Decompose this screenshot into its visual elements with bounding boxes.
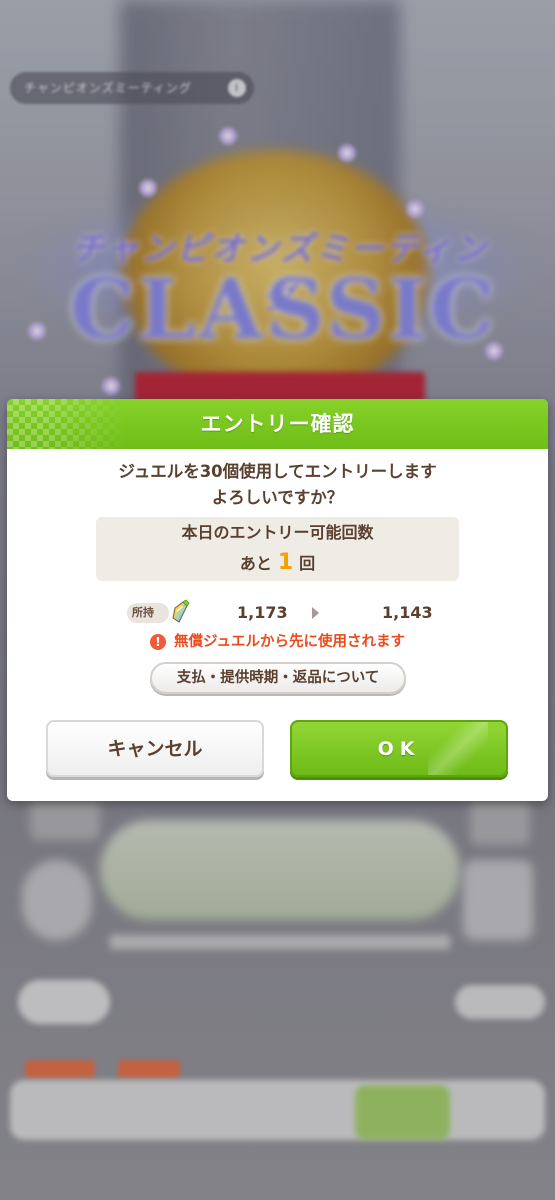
dialog-header: エントリー確認 (7, 399, 548, 449)
warning-text: 無償ジュエルから先に使用されます (174, 634, 405, 650)
entry-count-prefix: あと (239, 554, 272, 573)
ok-button[interactable]: OK (290, 720, 508, 777)
arrow-right-icon (312, 607, 319, 619)
dialog-title: エントリー確認 (200, 412, 355, 436)
entry-count-label: 本日のエントリー可能回数 (181, 523, 374, 542)
confirm-message-line1: ジュエルを30個使用してエントリーします (118, 462, 437, 481)
owned-label: 所持 (127, 603, 169, 623)
entry-count-box: 本日のエントリー可能回数 あと 1 回 (96, 517, 459, 581)
payment-policy-button[interactable]: 支払・提供時期・返品について (150, 662, 406, 694)
entry-count-suffix: 回 (299, 554, 316, 573)
warning-icon: ! (150, 634, 166, 650)
owned-after-value: 1,143 (382, 603, 433, 622)
confirm-message: ジュエルを30個使用してエントリーします よろしいですか？ (7, 459, 548, 511)
owned-before-value: 1,173 (237, 603, 288, 622)
owned-jewels-row: 所持 1,173 1,143 (127, 599, 437, 625)
entry-confirm-dialog: エントリー確認 ジュエルを30個使用してエントリーします よろしいですか？ 本日… (7, 399, 548, 801)
entry-count-line: あと 1 回 (96, 550, 459, 577)
confirm-message-line2: よろしいですか？ (211, 488, 344, 507)
cancel-button[interactable]: キャンセル (46, 720, 264, 777)
warning-row: ! 無償ジュエルから先に使用されます (7, 631, 548, 653)
jewel-icon (172, 599, 190, 623)
warning-message: ! 無償ジュエルから先に使用されます (150, 631, 405, 653)
entry-count-value: 1 (277, 550, 294, 575)
